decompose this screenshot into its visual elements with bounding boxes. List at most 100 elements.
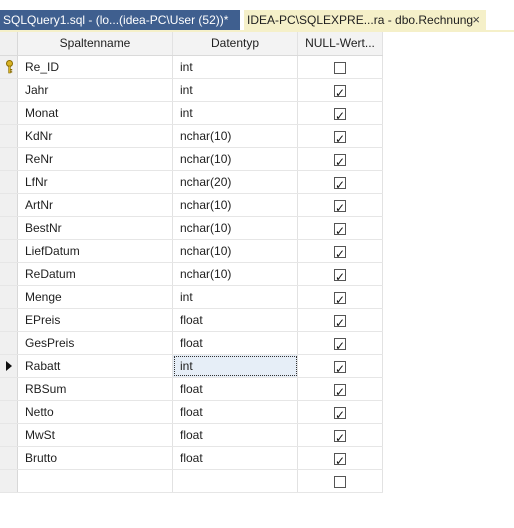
allow-nulls-checkbox[interactable] [334, 312, 346, 331]
row-selector[interactable] [0, 470, 18, 492]
allow-nulls-checkbox[interactable] [334, 404, 346, 423]
data-type-cell[interactable]: float [173, 401, 298, 423]
allow-nulls-checkbox[interactable] [334, 197, 346, 216]
column-name-cell[interactable]: KdNr [18, 125, 173, 147]
column-name-cell[interactable]: LiefDatum [18, 240, 173, 262]
table-row[interactable]: LfNr nchar(20) [0, 171, 383, 194]
row-selector[interactable] [0, 102, 18, 124]
column-name-cell[interactable]: Rabatt [18, 355, 173, 377]
row-selector[interactable] [0, 56, 18, 78]
header-column-name[interactable]: Spaltenname [18, 32, 173, 55]
table-row[interactable]: Jahr int [0, 79, 383, 102]
table-row[interactable]: KdNr nchar(10) [0, 125, 383, 148]
row-selector[interactable] [0, 424, 18, 446]
row-selector[interactable] [0, 79, 18, 101]
data-type-cell[interactable]: nchar(10) [173, 263, 298, 285]
table-row[interactable]: Re_ID int [0, 56, 383, 79]
allow-nulls-checkbox[interactable] [334, 62, 346, 74]
allow-nulls-checkbox[interactable] [334, 358, 346, 377]
table-row[interactable]: Menge int [0, 286, 383, 309]
table-row[interactable]: MwSt float [0, 424, 383, 447]
row-selector[interactable] [0, 194, 18, 216]
table-row[interactable]: LiefDatum nchar(10) [0, 240, 383, 263]
allow-nulls-checkbox[interactable] [334, 243, 346, 262]
data-type-cell[interactable]: nchar(10) [173, 194, 298, 216]
column-name-cell[interactable]: BestNr [18, 217, 173, 239]
data-type-cell[interactable]: float [173, 332, 298, 354]
column-name-cell[interactable]: RBSum [18, 378, 173, 400]
table-row[interactable]: Monat int [0, 102, 383, 125]
tab-dbo-rechnung[interactable]: IDEA-PC\SQLEXPRE...ra - dbo.Rechnung × [244, 10, 486, 31]
row-selector[interactable] [0, 240, 18, 262]
row-selector[interactable] [0, 217, 18, 239]
row-selector[interactable] [0, 447, 18, 469]
table-row[interactable]: EPreis float [0, 309, 383, 332]
header-allow-nulls[interactable]: NULL-Wert... [298, 32, 383, 55]
header-data-type[interactable]: Datentyp [173, 32, 298, 55]
column-name-cell[interactable]: MwSt [18, 424, 173, 446]
table-row[interactable]: Rabatt int [0, 355, 383, 378]
data-type-cell[interactable] [173, 470, 298, 492]
column-name-cell[interactable]: ReDatum [18, 263, 173, 285]
row-selector[interactable] [0, 263, 18, 285]
data-type-cell[interactable]: int [173, 56, 298, 78]
table-row[interactable] [0, 470, 383, 493]
data-type-cell[interactable]: nchar(10) [173, 125, 298, 147]
data-type-cell[interactable]: float [173, 447, 298, 469]
allow-nulls-checkbox[interactable] [334, 476, 346, 488]
column-name-cell[interactable]: LfNr [18, 171, 173, 193]
data-type-cell[interactable]: nchar(10) [173, 217, 298, 239]
data-type-cell[interactable]: int [173, 286, 298, 308]
allow-nulls-checkbox[interactable] [334, 450, 346, 469]
data-type-cell[interactable]: int [173, 79, 298, 101]
row-selector[interactable] [0, 286, 18, 308]
row-selector[interactable] [0, 332, 18, 354]
row-selector[interactable] [0, 309, 18, 331]
column-name-cell[interactable]: GesPreis [18, 332, 173, 354]
data-type-cell[interactable]: int [173, 355, 298, 377]
data-type-cell[interactable]: float [173, 309, 298, 331]
allow-nulls-checkbox[interactable] [334, 427, 346, 446]
column-name-cell[interactable]: Netto [18, 401, 173, 423]
column-name-cell[interactable]: ReNr [18, 148, 173, 170]
row-selector[interactable] [0, 148, 18, 170]
table-row[interactable]: ReNr nchar(10) [0, 148, 383, 171]
column-name-cell[interactable]: Menge [18, 286, 173, 308]
column-name-cell[interactable] [18, 470, 173, 492]
table-row[interactable]: BestNr nchar(10) [0, 217, 383, 240]
allow-nulls-checkbox[interactable] [334, 151, 346, 170]
close-icon[interactable]: × [472, 10, 480, 30]
allow-nulls-checkbox[interactable] [334, 128, 346, 147]
tab-sqlquery1[interactable]: SQLQuery1.sql - (lo...(idea-PC\User (52)… [0, 10, 240, 31]
table-row[interactable]: RBSum float [0, 378, 383, 401]
row-selector[interactable] [0, 355, 18, 377]
allow-nulls-checkbox[interactable] [334, 381, 346, 400]
allow-nulls-checkbox[interactable] [334, 220, 346, 239]
allow-nulls-checkbox[interactable] [334, 82, 346, 101]
allow-nulls-checkbox[interactable] [334, 266, 346, 285]
allow-nulls-checkbox[interactable] [334, 289, 346, 308]
data-type-cell[interactable]: float [173, 424, 298, 446]
data-type-cell[interactable]: nchar(20) [173, 171, 298, 193]
data-type-cell[interactable]: nchar(10) [173, 240, 298, 262]
data-type-cell[interactable]: nchar(10) [173, 148, 298, 170]
column-name-cell[interactable]: EPreis [18, 309, 173, 331]
column-name-cell[interactable]: Brutto [18, 447, 173, 469]
table-row[interactable]: GesPreis float [0, 332, 383, 355]
row-selector[interactable] [0, 401, 18, 423]
column-name-cell[interactable]: Re_ID [18, 56, 173, 78]
column-name-cell[interactable]: ArtNr [18, 194, 173, 216]
row-selector[interactable] [0, 171, 18, 193]
table-row[interactable]: ReDatum nchar(10) [0, 263, 383, 286]
table-row[interactable]: Netto float [0, 401, 383, 424]
allow-nulls-checkbox[interactable] [334, 335, 346, 354]
allow-nulls-checkbox[interactable] [334, 105, 346, 124]
row-selector[interactable] [0, 378, 18, 400]
table-row[interactable]: Brutto float [0, 447, 383, 470]
column-name-cell[interactable]: Jahr [18, 79, 173, 101]
data-type-cell[interactable]: int [173, 102, 298, 124]
row-selector[interactable] [0, 125, 18, 147]
data-type-cell[interactable]: float [173, 378, 298, 400]
column-name-cell[interactable]: Monat [18, 102, 173, 124]
table-row[interactable]: ArtNr nchar(10) [0, 194, 383, 217]
